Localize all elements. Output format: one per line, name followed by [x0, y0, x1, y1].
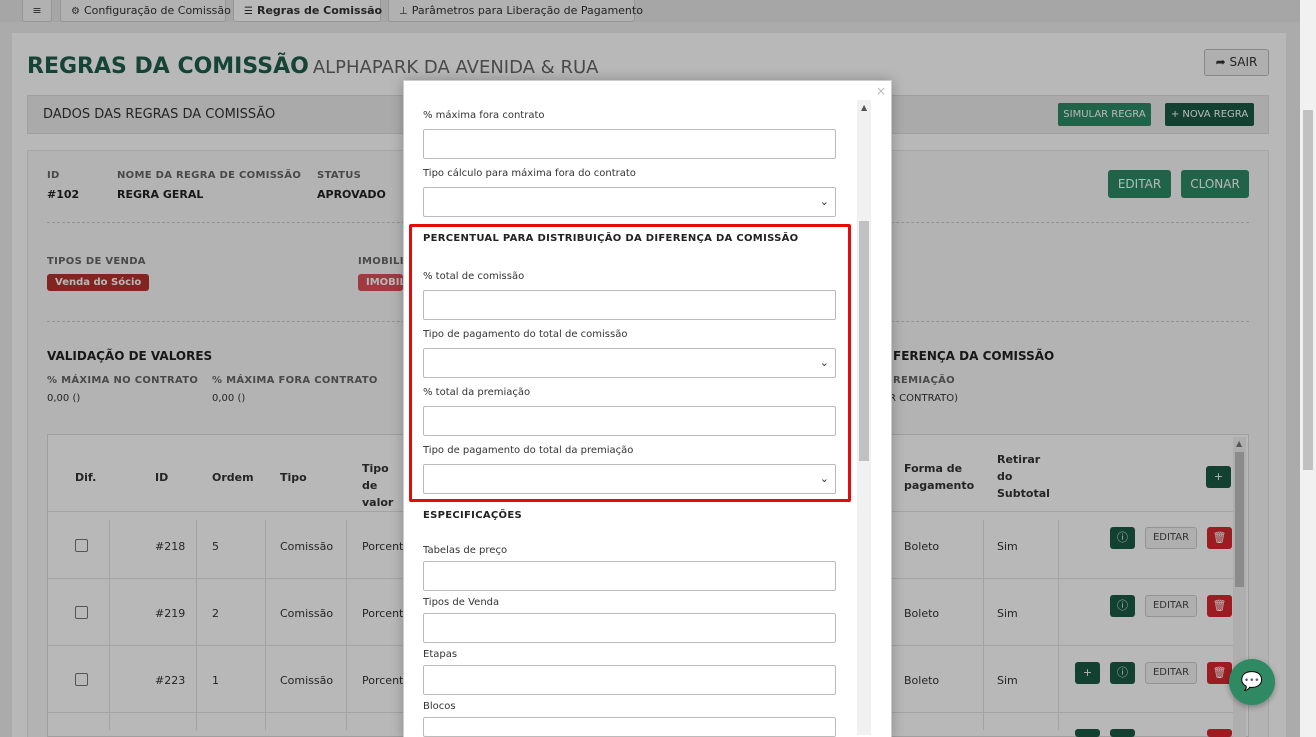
chat-button[interactable]: 💬 — [1229, 659, 1275, 705]
sale-types-input[interactable] — [423, 613, 836, 643]
sale-types-label: Tipos de Venda — [423, 597, 500, 608]
chevron-down-icon: ⌄ — [819, 195, 829, 208]
chat-icon: 💬 — [1240, 671, 1264, 692]
blocks-label: Blocos — [423, 701, 456, 712]
highlight-box — [409, 224, 851, 502]
price-tables-label: Tabelas de preço — [423, 545, 508, 556]
modal-scroll-thumb[interactable] — [859, 221, 869, 461]
blocks-input[interactable] — [423, 717, 836, 737]
max-outside-contract-input[interactable] — [423, 129, 836, 159]
price-tables-input[interactable] — [423, 561, 836, 591]
stages-input[interactable] — [423, 665, 836, 695]
page-scrollbar[interactable] — [1300, 0, 1316, 737]
calc-type-label: Tipo cálculo para máxima fora do contrat… — [423, 168, 636, 179]
stages-label: Etapas — [423, 649, 458, 660]
close-icon[interactable]: × — [876, 84, 886, 98]
max-outside-contract-label: % máxima fora contrato — [423, 110, 545, 121]
calc-type-select[interactable]: ⌄ — [423, 187, 836, 217]
scroll-up-icon: ▲ — [861, 103, 868, 112]
modal-scrollbar[interactable]: ▲ — [857, 100, 871, 735]
specs-section-title: ESPECIFICAÇÕES — [423, 510, 522, 521]
page-scroll-thumb[interactable] — [1303, 110, 1313, 470]
